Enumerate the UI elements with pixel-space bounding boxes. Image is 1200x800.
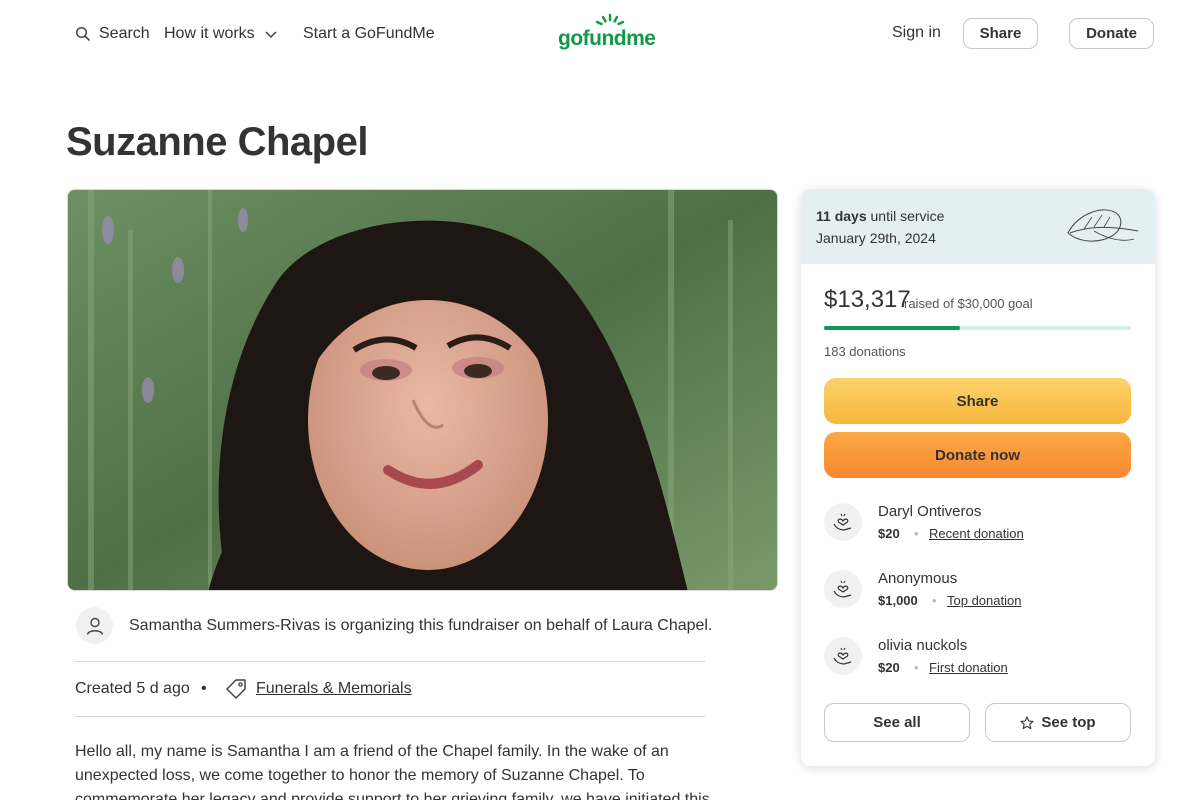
organizer-avatar — [76, 607, 113, 644]
tag-icon — [226, 679, 246, 699]
donation-count: 183 donations — [824, 344, 906, 359]
meta-separator: • — [201, 680, 207, 697]
search-label: Search — [99, 25, 150, 42]
logo-text: gofundme — [558, 27, 656, 50]
search-icon — [75, 26, 90, 41]
service-days: 11 days — [816, 208, 867, 224]
donation-type-link[interactable]: Top donation — [947, 593, 1021, 608]
start-gofundme-link[interactable]: Start a GoFundMe — [303, 24, 435, 44]
share-button[interactable]: Share — [824, 378, 1131, 424]
divider — [75, 716, 705, 717]
donor-amount: $1,000 — [878, 593, 918, 608]
logo-sun-icon — [595, 13, 625, 26]
donor-amount: $20 — [878, 660, 900, 675]
site-header: Search How it works Start a GoFundMe gof… — [0, 0, 1200, 68]
user-icon — [86, 617, 103, 635]
see-top-label: See top — [1041, 714, 1096, 731]
donor-item: olivia nuckols $20 • First donation — [824, 637, 1134, 677]
donate-now-button[interactable]: Donate now — [824, 432, 1131, 478]
progress-fill — [824, 326, 961, 330]
donor-separator: • — [932, 593, 937, 608]
campaign-photo[interactable] — [67, 189, 778, 591]
amount-raised: $13,317 — [824, 286, 911, 313]
donation-card: 11 days until service January 29th, 2024… — [801, 189, 1155, 766]
category-link[interactable]: Funerals & Memorials — [256, 680, 412, 698]
how-it-works-menu[interactable]: How it works — [164, 24, 278, 44]
chevron-down-icon — [265, 31, 277, 39]
donor-separator: • — [914, 526, 919, 541]
start-gofundme-label: Start a GoFundMe — [303, 25, 435, 42]
created-date: Created 5 d ago — [75, 680, 190, 697]
donor-item: Anonymous $1,000 • Top donation — [824, 570, 1134, 610]
service-countdown: 11 days until service — [816, 208, 944, 224]
donor-amount: $20 — [878, 526, 900, 541]
donor-name: Anonymous — [878, 570, 958, 587]
donation-hands-icon — [824, 503, 862, 541]
service-date: January 29th, 2024 — [816, 230, 936, 246]
see-all-button[interactable]: See all — [824, 703, 970, 742]
donation-type-link[interactable]: Recent donation — [929, 526, 1024, 541]
campaign-story: Hello all, my name is Samantha I am a fr… — [75, 743, 710, 800]
donation-type-link[interactable]: First donation — [929, 660, 1008, 675]
donor-item: Daryl Ontiveros $20 • Recent donation — [824, 503, 1134, 543]
header-donate-button[interactable]: Donate — [1069, 18, 1154, 49]
see-top-button[interactable]: See top — [985, 703, 1131, 742]
how-it-works-label: How it works — [164, 25, 255, 42]
sign-in-link[interactable]: Sign in — [892, 24, 941, 42]
gofundme-logo[interactable]: gofundme — [558, 12, 666, 54]
donor-separator: • — [914, 660, 919, 675]
progress-bar — [824, 326, 1131, 330]
service-suffix: until service — [870, 208, 945, 224]
header-share-button[interactable]: Share — [963, 18, 1038, 49]
divider — [75, 661, 705, 662]
donor-name: Daryl Ontiveros — [878, 503, 982, 520]
star-icon — [1020, 715, 1034, 729]
organizer-text: Samantha Summers-Rivas is organizing thi… — [129, 617, 713, 634]
donor-name: olivia nuckols — [878, 637, 968, 654]
page-title: Suzanne Chapel — [66, 120, 368, 164]
service-banner: 11 days until service January 29th, 2024 — [801, 189, 1155, 264]
donation-hands-icon — [824, 637, 862, 675]
goal-text: raised of $30,000 goal — [904, 296, 1033, 311]
leaf-icon — [1067, 209, 1139, 242]
donation-hands-icon — [824, 570, 862, 608]
search-link[interactable]: Search — [75, 24, 150, 44]
